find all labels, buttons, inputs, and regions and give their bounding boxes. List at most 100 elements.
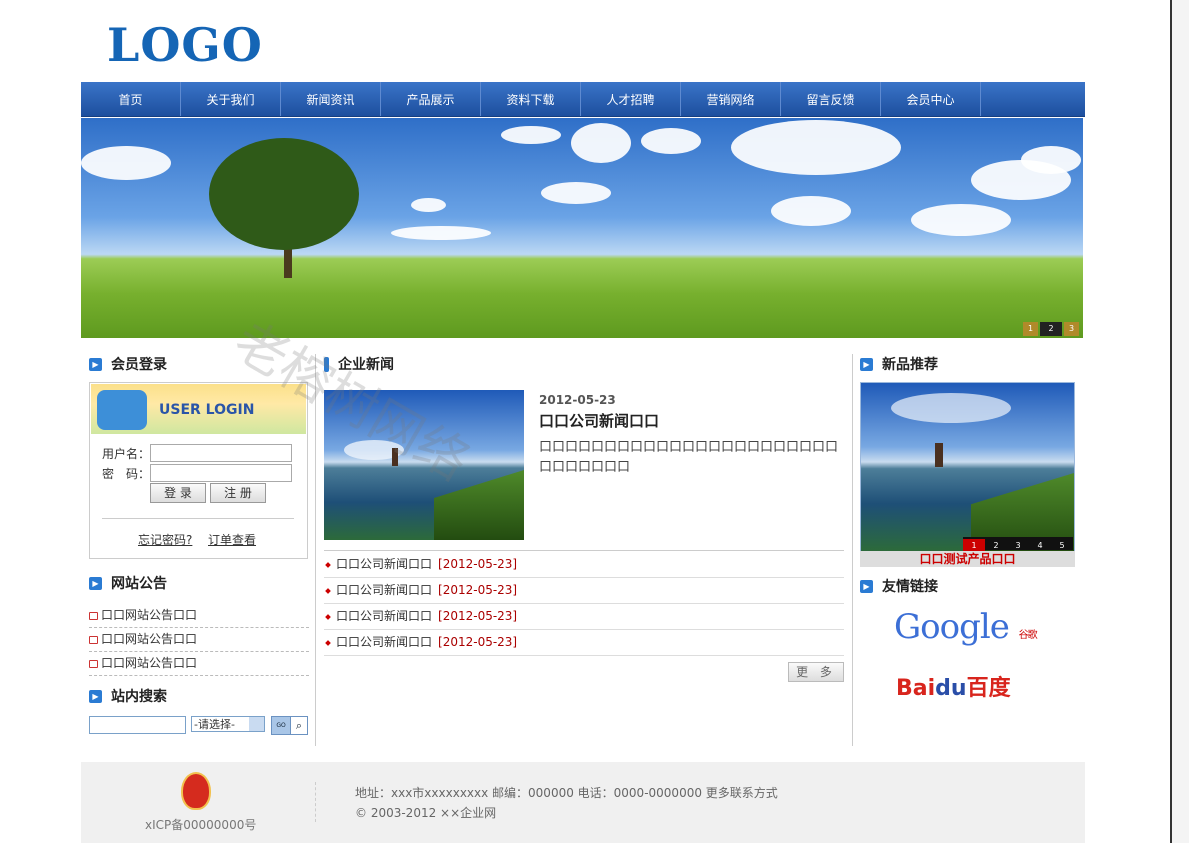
left-column: ▶ 会员登录 USER LOGIN 用户名： 密 码： 登 录 注 册 忘记密码… (89, 352, 309, 738)
news-item-date: [2012-05-23] (438, 583, 518, 597)
right-column: ▶ 新品推荐 12345 口口测试产品口口 ▶ 友情链接 Google 谷歌 B… (860, 352, 1075, 701)
notice-icon (89, 612, 98, 620)
news-list: 口口公司新闻口口 [2012-05-23] 口口公司新闻口口 [2012-05-23… (324, 552, 844, 656)
product-caption[interactable]: 口口测试产品口口 (860, 551, 1075, 567)
divider (315, 782, 316, 822)
news-item-title[interactable]: 口口公司新闻口口 (336, 557, 432, 571)
username-label: 用户名： (102, 447, 151, 461)
news-item-date: [2012-05-23] (438, 609, 518, 623)
nav-downloads[interactable]: 资料下载 (481, 82, 581, 116)
news-item-title[interactable]: 口口公司新闻口口 (336, 635, 432, 649)
list-item[interactable]: 口口网站公告口口 (89, 604, 309, 628)
police-emblem-icon (181, 772, 211, 810)
category-select[interactable]: -请选择- (191, 716, 265, 732)
chevron-down-icon (249, 717, 264, 731)
password-input[interactable] (150, 464, 292, 482)
links-section-title: ▶ 友情链接 (860, 574, 1072, 600)
search-icon[interactable]: ⌕ (290, 716, 308, 735)
list-item[interactable]: 口口公司新闻口口 [2012-05-23] (324, 630, 844, 656)
nav-jobs[interactable]: 人才招聘 (581, 82, 681, 116)
search-title-text: 站内搜索 (111, 689, 167, 705)
list-item[interactable]: 口口公司新闻口口 [2012-05-23] (324, 552, 844, 578)
more-button[interactable]: 更 多 (788, 662, 844, 682)
login-button[interactable]: 登 录 (150, 483, 206, 503)
go-button[interactable]: GO (271, 716, 291, 735)
scrollbar[interactable] (1170, 0, 1189, 843)
google-logo[interactable]: Google 谷歌 (894, 607, 1038, 647)
list-item[interactable]: 口口网站公告口口 (89, 652, 309, 676)
banner-image: 123 (81, 118, 1083, 338)
products-section-title: ▶ 新品推荐 (860, 352, 1075, 378)
register-button[interactable]: 注 册 (210, 483, 266, 503)
baidu-text-b: du (935, 676, 967, 701)
cloud (1021, 146, 1081, 174)
footer-copyright: © 2003-2012 ××企业网 (355, 806, 497, 820)
search-form: -请选择- GO ⌕ (89, 714, 309, 738)
username-input[interactable] (150, 444, 292, 462)
products-title-text: 新品推荐 (882, 357, 938, 373)
forgot-password-link[interactable]: 忘记密码? (138, 531, 192, 548)
divider (324, 550, 844, 551)
arrow-right-icon: ▶ (860, 580, 873, 593)
user-login-text: USER LOGIN (159, 402, 255, 418)
search-input[interactable] (89, 716, 186, 734)
login-box: USER LOGIN 用户名： 密 码： 登 录 注 册 忘记密码? 订单查看 (89, 382, 308, 559)
arrow-right-icon: ▶ (89, 577, 102, 590)
list-item[interactable]: 口口公司新闻口口 [2012-05-23] (324, 578, 844, 604)
nav-network[interactable]: 营销网络 (681, 82, 781, 116)
baidu-logo[interactable]: Baidu百度 (896, 670, 1011, 702)
arrow-right-icon: ▶ (860, 358, 873, 371)
notice-icon (89, 636, 98, 644)
product-pager: 12345 (963, 537, 1073, 551)
nav-members[interactable]: 会员中心 (881, 82, 981, 116)
google-text: Google (894, 607, 1010, 647)
banner-page-2[interactable]: 2 (1040, 322, 1062, 336)
baidu-text-c: 百度 (966, 676, 1011, 701)
cloud (501, 126, 561, 144)
password-label: 密 码： (102, 467, 151, 481)
arrow-right-icon: ▶ (89, 690, 102, 703)
select-value: -请选择- (194, 718, 235, 731)
notice-icon (89, 660, 98, 668)
cloud (81, 146, 171, 180)
nav-home[interactable]: 首页 (81, 82, 181, 116)
nav-news[interactable]: 新闻资讯 (281, 82, 381, 116)
main-nav: 首页 关于我们 新闻资讯 产品展示 资料下载 人才招聘 营销网络 留言反馈 会员… (81, 82, 1085, 117)
news-section-title: 企业新闻 (324, 352, 846, 378)
divider (102, 518, 294, 519)
icp-text[interactable]: xICP备00000000号 (145, 816, 256, 833)
notice-text: 口口网站公告口口 (101, 656, 198, 670)
order-check-link[interactable]: 订单查看 (208, 531, 256, 548)
nav-feedback[interactable]: 留言反馈 (781, 82, 881, 116)
nav-products[interactable]: 产品展示 (381, 82, 481, 116)
featured-news-title[interactable]: 口口公司新闻口口 (539, 410, 659, 431)
news-column: 企业新闻 2012-05-23 口口公司新闻口口 口口口口口口口口口口口口口口口… (324, 352, 846, 682)
footer: xICP备00000000号 地址：xxx市xxxxxxxxx 邮编：00000… (81, 762, 1085, 843)
cloud (391, 226, 491, 240)
tree-canopy (209, 138, 359, 250)
links-title-text: 友情链接 (882, 579, 938, 595)
logo[interactable]: LOGO (107, 18, 263, 72)
windmill (935, 443, 943, 467)
user-icon (97, 390, 147, 430)
cloud (641, 128, 701, 154)
news-item-title[interactable]: 口口公司新闻口口 (336, 609, 432, 623)
notice-list: 口口网站公告口口 口口网站公告口口 口口网站公告口口 (89, 604, 309, 676)
featured-news-date: 2012-05-23 (539, 393, 616, 407)
news-item-title[interactable]: 口口公司新闻口口 (336, 583, 432, 597)
cloud (411, 198, 446, 212)
cloud (731, 120, 901, 175)
banner-page-1[interactable]: 1 (1023, 322, 1038, 336)
list-item[interactable]: 口口网站公告口口 (89, 628, 309, 652)
footer-address: 地址：xxx市xxxxxxxxx 邮编：000000 电话：0000-00000… (355, 786, 778, 800)
login-title-text: 会员登录 (111, 357, 167, 373)
cloud (771, 196, 851, 226)
banner-page-3[interactable]: 3 (1064, 322, 1079, 336)
product-image[interactable]: 12345 (860, 382, 1075, 552)
search-section-title: ▶ 站内搜索 (89, 684, 309, 710)
news-item-date: [2012-05-23] (438, 635, 518, 649)
cloud (891, 393, 1011, 423)
notice-text: 口口网站公告口口 (101, 608, 198, 622)
list-item[interactable]: 口口公司新闻口口 [2012-05-23] (324, 604, 844, 630)
nav-about[interactable]: 关于我们 (181, 82, 281, 116)
